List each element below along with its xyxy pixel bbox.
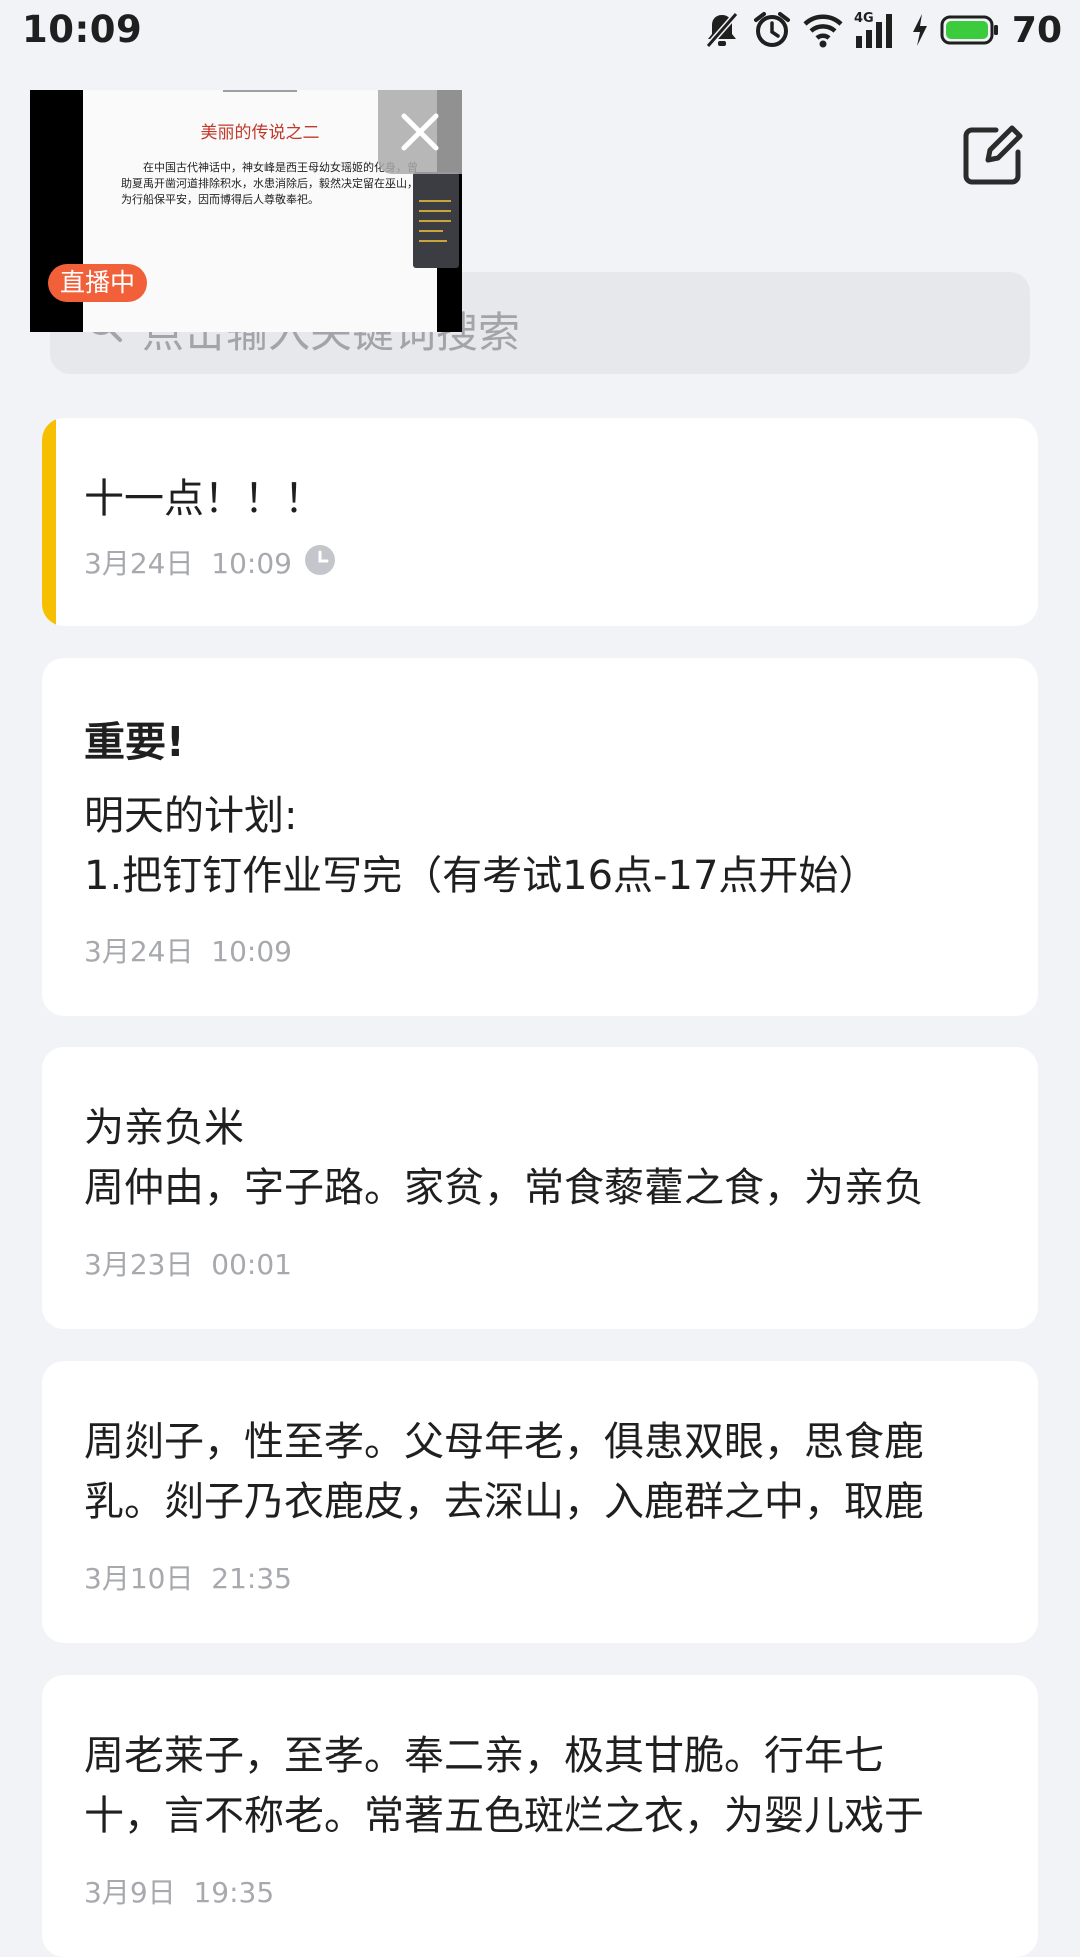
- note-date: 3月9日 19:35: [84, 1876, 275, 1909]
- note-text-line: 周老莱子，至孝。奉二亲，极其甘脆。行年七: [84, 1733, 884, 1779]
- mute-icon: [705, 12, 739, 48]
- note-date: 3月24日 10:09: [84, 935, 292, 968]
- note-text-line: 明天的计划:: [84, 793, 298, 839]
- note-date: 3月24日 10:09: [84, 547, 292, 580]
- pip-side-thumbnail: [413, 172, 459, 268]
- note-text-line: 1.把钉钉作业写完（有考试16点-17点开始）: [84, 853, 879, 899]
- note-card[interactable]: 周老莱子，至孝。奉二亲，极其甘脆。行年七 十，言不称老。常著五色斑烂之衣，为婴儿…: [42, 1675, 1038, 1957]
- note-title: 重要!: [84, 718, 185, 766]
- battery-level: 70: [1011, 9, 1062, 51]
- note-text-line: 周剡子，性至孝。父母年老，俱患双眼，思食鹿: [84, 1419, 924, 1465]
- pip-close-button[interactable]: [378, 90, 462, 174]
- status-icons: 4G 70: [702, 9, 1062, 51]
- note-text-line: 十，言不称老。常著五色斑烂之衣，为婴儿戏于: [84, 1793, 924, 1839]
- battery-icon: [940, 15, 998, 45]
- note-card[interactable]: 周剡子，性至孝。父母年老，俱患双眼，思食鹿 乳。剡子乃衣鹿皮，去深山，入鹿群之中…: [42, 1361, 1038, 1643]
- new-note-button[interactable]: [960, 124, 1024, 188]
- pip-slide-rule: [223, 90, 297, 92]
- note-date: 3月10日 21:35: [84, 1562, 292, 1595]
- note-text-line: 乳。剡子乃衣鹿皮，去深山，入鹿群之中，取鹿: [84, 1479, 924, 1525]
- close-icon: [401, 113, 439, 151]
- wifi-icon: [803, 14, 843, 48]
- note-card[interactable]: 重要! 明天的计划: 1.把钉钉作业写完（有考试16点-17点开始） 3月24日…: [42, 658, 1038, 1016]
- pip-slide-text: 在中国古代神话中，神女峰是西王母幼女瑶姬的化身，曾助夏禹开凿河道排除积水，水患消…: [121, 161, 418, 206]
- status-time: 10:09: [22, 8, 143, 51]
- pinned-indicator: [42, 418, 56, 626]
- reminder-clock-icon: [305, 545, 335, 575]
- live-badge: 直播中: [48, 264, 148, 302]
- note-card[interactable]: 为亲负米 周仲由，字子路。家贫，常食藜藿之食，为亲负 3月23日 00:01: [42, 1047, 1038, 1329]
- note-card[interactable]: 十一点！！！ 3月24日 10:09: [42, 418, 1038, 626]
- note-text-line: 周仲由，字子路。家贫，常食藜藿之食，为亲负: [84, 1165, 924, 1211]
- alarm-icon: [753, 12, 790, 47]
- signal-icon: 4G: [854, 11, 892, 48]
- note-date: 3月23日 00:01: [84, 1248, 292, 1281]
- live-stream-pip[interactable]: 美丽的传说之二 在中国古代神话中，神女峰是西王母幼女瑶姬的化身，曾助夏禹开凿河道…: [30, 90, 462, 332]
- charging-icon: [912, 14, 927, 46]
- note-text-line: 为亲负米: [84, 1105, 244, 1151]
- note-text-line: 十一点！！！: [84, 476, 324, 522]
- svg-text:4G: 4G: [854, 11, 874, 26]
- status-bar: 10:09 4G 70: [0, 0, 1080, 60]
